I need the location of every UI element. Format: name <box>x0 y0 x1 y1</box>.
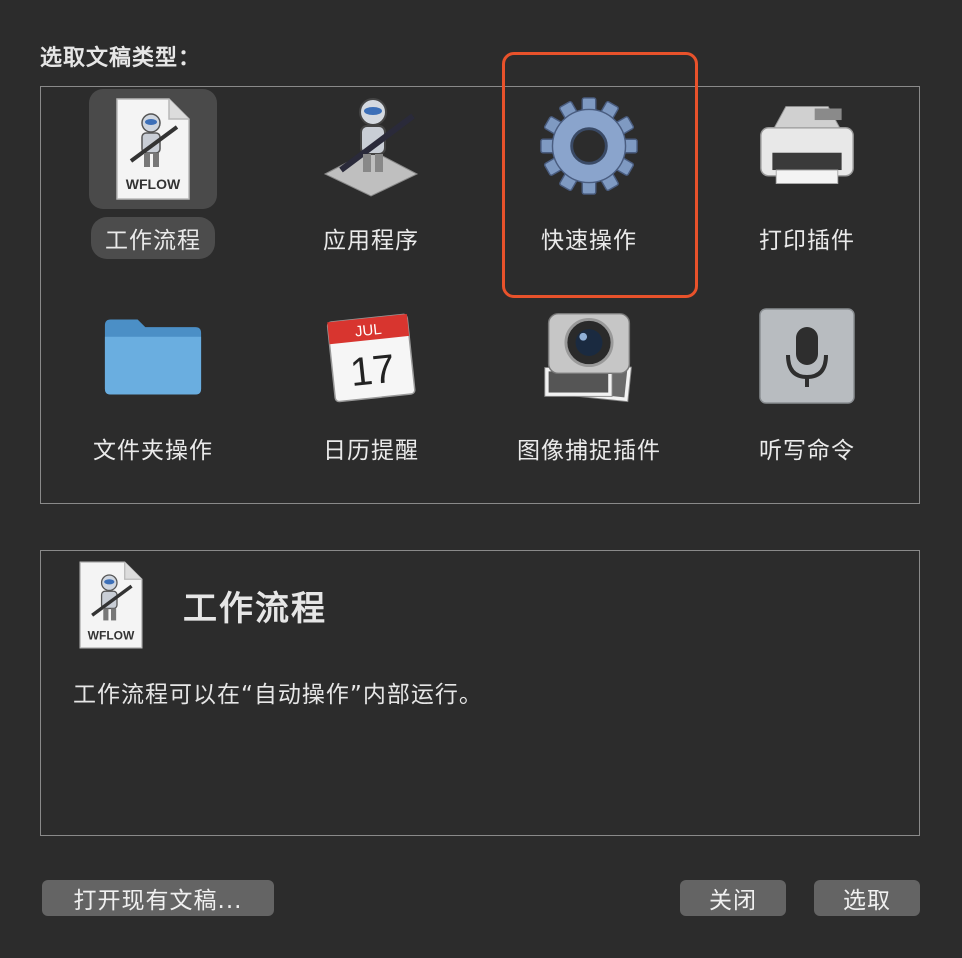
description-text: 工作流程可以在“自动操作”内部运行。 <box>73 682 483 708</box>
type-calendar-alarm[interactable]: JUL 17 日历提醒 <box>271 297 471 487</box>
type-label: 日历提醒 <box>323 438 419 464</box>
type-image-capture-plugin[interactable]: 图像捕捉插件 <box>489 297 689 487</box>
type-label: 图像捕捉插件 <box>517 438 661 464</box>
microphone-icon <box>757 301 857 411</box>
description-badge-text: WFLOW <box>88 628 135 642</box>
document-type-grid: WFLOW 工作流程 应用程序 快速操作 打印插件 文件夹操作 JUL 17 日… <box>40 86 920 504</box>
close-button[interactable]: 关闭 <box>680 880 786 916</box>
automator-robot-icon <box>321 91 421 201</box>
type-label: 听写命令 <box>759 438 855 464</box>
type-label: 打印插件 <box>759 228 855 254</box>
calendar-day-text: 17 <box>348 347 397 395</box>
type-folder-action[interactable]: 文件夹操作 <box>53 297 253 487</box>
description-title: 工作流程 <box>183 589 327 629</box>
calendar-month-text: JUL <box>354 321 382 341</box>
automator-new-document-dialog: 选取文稿类型： WFLOW 工作流程 应用程序 快速操作 打印插件 文件夹操作 … <box>0 0 962 958</box>
workflow-file-icon: WFLOW <box>89 89 217 209</box>
highlight-annotation <box>502 52 698 298</box>
description-panel: WFLOW 工作流程 工作流程可以在“自动操作”内部运行。 <box>40 550 920 836</box>
printer-icon <box>757 91 857 201</box>
calendar-icon: JUL 17 <box>321 301 421 411</box>
open-existing-document-button[interactable]: 打开现有文稿... <box>42 880 274 916</box>
choose-type-prompt: 选取文稿类型： <box>40 46 202 71</box>
type-label: 文件夹操作 <box>93 438 213 464</box>
folder-icon <box>103 301 203 411</box>
type-application[interactable]: 应用程序 <box>271 87 471 277</box>
workflow-badge-text: WFLOW <box>126 176 181 192</box>
type-label: 工作流程 <box>91 217 215 259</box>
type-label: 应用程序 <box>323 228 419 254</box>
workflow-file-icon: WFLOW <box>75 559 147 651</box>
type-print-plugin[interactable]: 打印插件 <box>707 87 907 277</box>
select-button[interactable]: 选取 <box>814 880 920 916</box>
type-workflow[interactable]: WFLOW 工作流程 <box>53 87 253 277</box>
type-dictation-command[interactable]: 听写命令 <box>707 297 907 487</box>
camera-icon <box>539 301 639 411</box>
